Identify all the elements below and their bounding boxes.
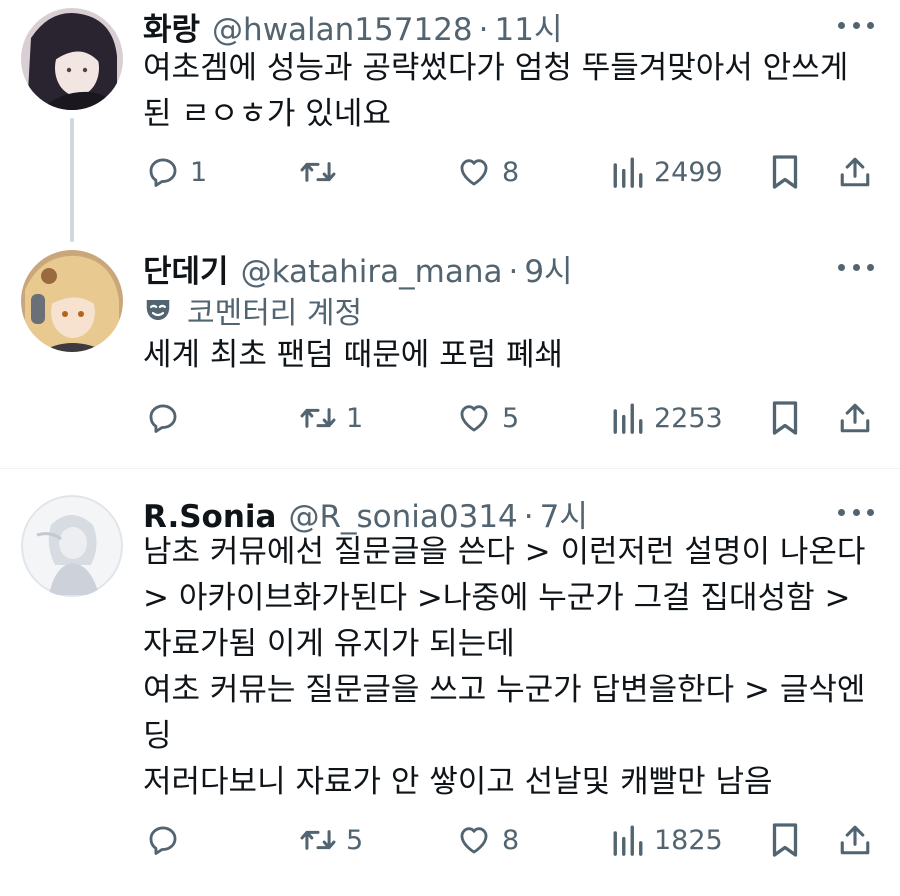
display-name[interactable]: 화랑	[143, 4, 200, 49]
tweet-text: 남초 커뮤에선 질문글을 쓴다 > 이런저런 설명이 나온다 > 아카이브화가된…	[143, 529, 876, 805]
share-button[interactable]	[838, 396, 872, 440]
bookmark-button[interactable]	[770, 150, 800, 194]
bookmark-icon	[772, 823, 798, 857]
tweet-3[interactable]: R.Sonia @R_sonia0314 · 7시 남초 커뮤에선 질문글을 쓴…	[0, 469, 900, 896]
retweet-icon	[300, 162, 336, 182]
user-handle[interactable]: @hwalan157128	[212, 12, 473, 48]
more-icon[interactable]	[838, 18, 874, 32]
reply-button[interactable]	[146, 818, 190, 862]
account-badge: 코멘터리 계정	[143, 290, 363, 331]
retweet-count: 1	[346, 402, 364, 434]
bookmark-button[interactable]	[770, 818, 800, 862]
tweet-text-line: 여초겜에 성능과 공략썼다가 엄청 뚜들겨맞아서 안쓰게	[143, 50, 849, 86]
views-icon	[613, 825, 643, 856]
avatar[interactable]	[21, 250, 123, 352]
bookmark-icon	[772, 401, 798, 435]
like-icon	[460, 827, 488, 854]
tweet-text-line: 딩	[143, 718, 172, 754]
retweet-icon	[300, 408, 336, 428]
view-count: 2499	[654, 156, 723, 188]
reply-icon	[149, 158, 177, 187]
retweet-icon	[300, 830, 336, 850]
tweet-text-line: 저러다보니 자료가 안 쌓이고 선날및 캐빨만 남음	[143, 764, 773, 800]
reply-button[interactable]	[146, 396, 190, 440]
share-icon	[840, 157, 870, 187]
tweet-text-line: 된 ㄹㅇㅎ가 있네요	[143, 96, 391, 132]
like-button[interactable]: 8	[456, 150, 519, 194]
like-button[interactable]: 8	[456, 818, 519, 862]
avatar[interactable]	[21, 8, 123, 110]
tweet-text-line: 여초 커뮤는 질문글을 쓰고 누군가 답변을한다 > 글삭엔	[143, 672, 866, 708]
bookmark-button[interactable]	[770, 396, 800, 440]
separator-dot: ·	[508, 254, 519, 290]
retweet-button[interactable]: 5	[300, 818, 363, 862]
like-icon	[460, 405, 488, 432]
tweet-text: 여초겜에 성능과 공략썼다가 엄청 뚜들겨맞아서 안쓰게 된 ㄹㅇㅎ가 있네요	[143, 45, 876, 137]
avatar[interactable]	[21, 495, 123, 597]
bookmark-icon	[772, 155, 798, 189]
share-icon	[840, 825, 870, 855]
mask-icon	[146, 300, 170, 320]
tweet-header: R.Sonia @R_sonia0314 · 7시	[143, 491, 588, 535]
tweet-header: 화랑 @hwalan157128 · 11시	[143, 4, 562, 48]
tweet-text-line: 남초 커뮤에선 질문글을 쓴다 > 이런저런 설명이 나온다	[143, 534, 866, 570]
timestamp[interactable]: 9시	[524, 246, 572, 291]
more-icon[interactable]	[838, 505, 874, 519]
action-bar: 1 5 2253	[0, 396, 900, 440]
like-count: 8	[502, 156, 520, 188]
timestamp[interactable]: 11시	[495, 4, 563, 49]
tweet-text: 세계 최초 팬덤 때문에 포럼 폐쇄	[143, 332, 876, 378]
like-icon	[460, 159, 488, 186]
share-icon	[840, 403, 870, 433]
views-button[interactable]: 2499	[612, 150, 723, 194]
views-icon	[613, 403, 643, 434]
retweet-count: 5	[346, 824, 364, 856]
views-icon	[613, 157, 643, 188]
user-handle[interactable]: @katahira_mana	[241, 254, 503, 290]
display-name[interactable]: 단데기	[143, 246, 229, 291]
tweet-text-line: 자료가됨 이게 유지가 되는데	[143, 626, 515, 662]
reply-icon	[149, 404, 177, 433]
reply-icon	[149, 826, 177, 855]
badge-label: 코멘터리 계정	[187, 296, 363, 331]
like-count: 5	[502, 402, 520, 434]
view-count: 1825	[654, 824, 723, 856]
tweet-text-line: > 아카이브화가된다 >나중에 누군가 그걸 집대성함 >	[143, 580, 851, 616]
more-icon[interactable]	[838, 260, 874, 274]
separator-dot: ·	[478, 12, 489, 48]
action-bar: 5 8 1825	[0, 818, 900, 862]
share-button[interactable]	[838, 150, 872, 194]
like-button[interactable]: 5	[456, 396, 519, 440]
share-button[interactable]	[838, 818, 872, 862]
retweet-button[interactable]: 1	[300, 396, 363, 440]
tweet-text-line: 세계 최초 팬덤 때문에 포럼 폐쇄	[143, 337, 564, 373]
views-button[interactable]: 1825	[612, 818, 723, 862]
like-count: 8	[502, 824, 520, 856]
retweet-button[interactable]	[300, 150, 346, 194]
tweet-1[interactable]: 화랑 @hwalan157128 · 11시 여초겜에 성능과 공략썼다가 엄청…	[0, 0, 900, 248]
tweet-header: 단데기 @katahira_mana · 9시	[143, 246, 573, 290]
reply-count: 1	[190, 156, 208, 188]
view-count: 2253	[654, 402, 723, 434]
views-button[interactable]: 2253	[612, 396, 723, 440]
reply-button[interactable]: 1	[146, 150, 207, 194]
tweet-2[interactable]: 단데기 @katahira_mana · 9시 코멘터리 계정 세계 최초 팬덤…	[0, 248, 900, 468]
action-bar: 1 8 2499	[0, 150, 900, 194]
